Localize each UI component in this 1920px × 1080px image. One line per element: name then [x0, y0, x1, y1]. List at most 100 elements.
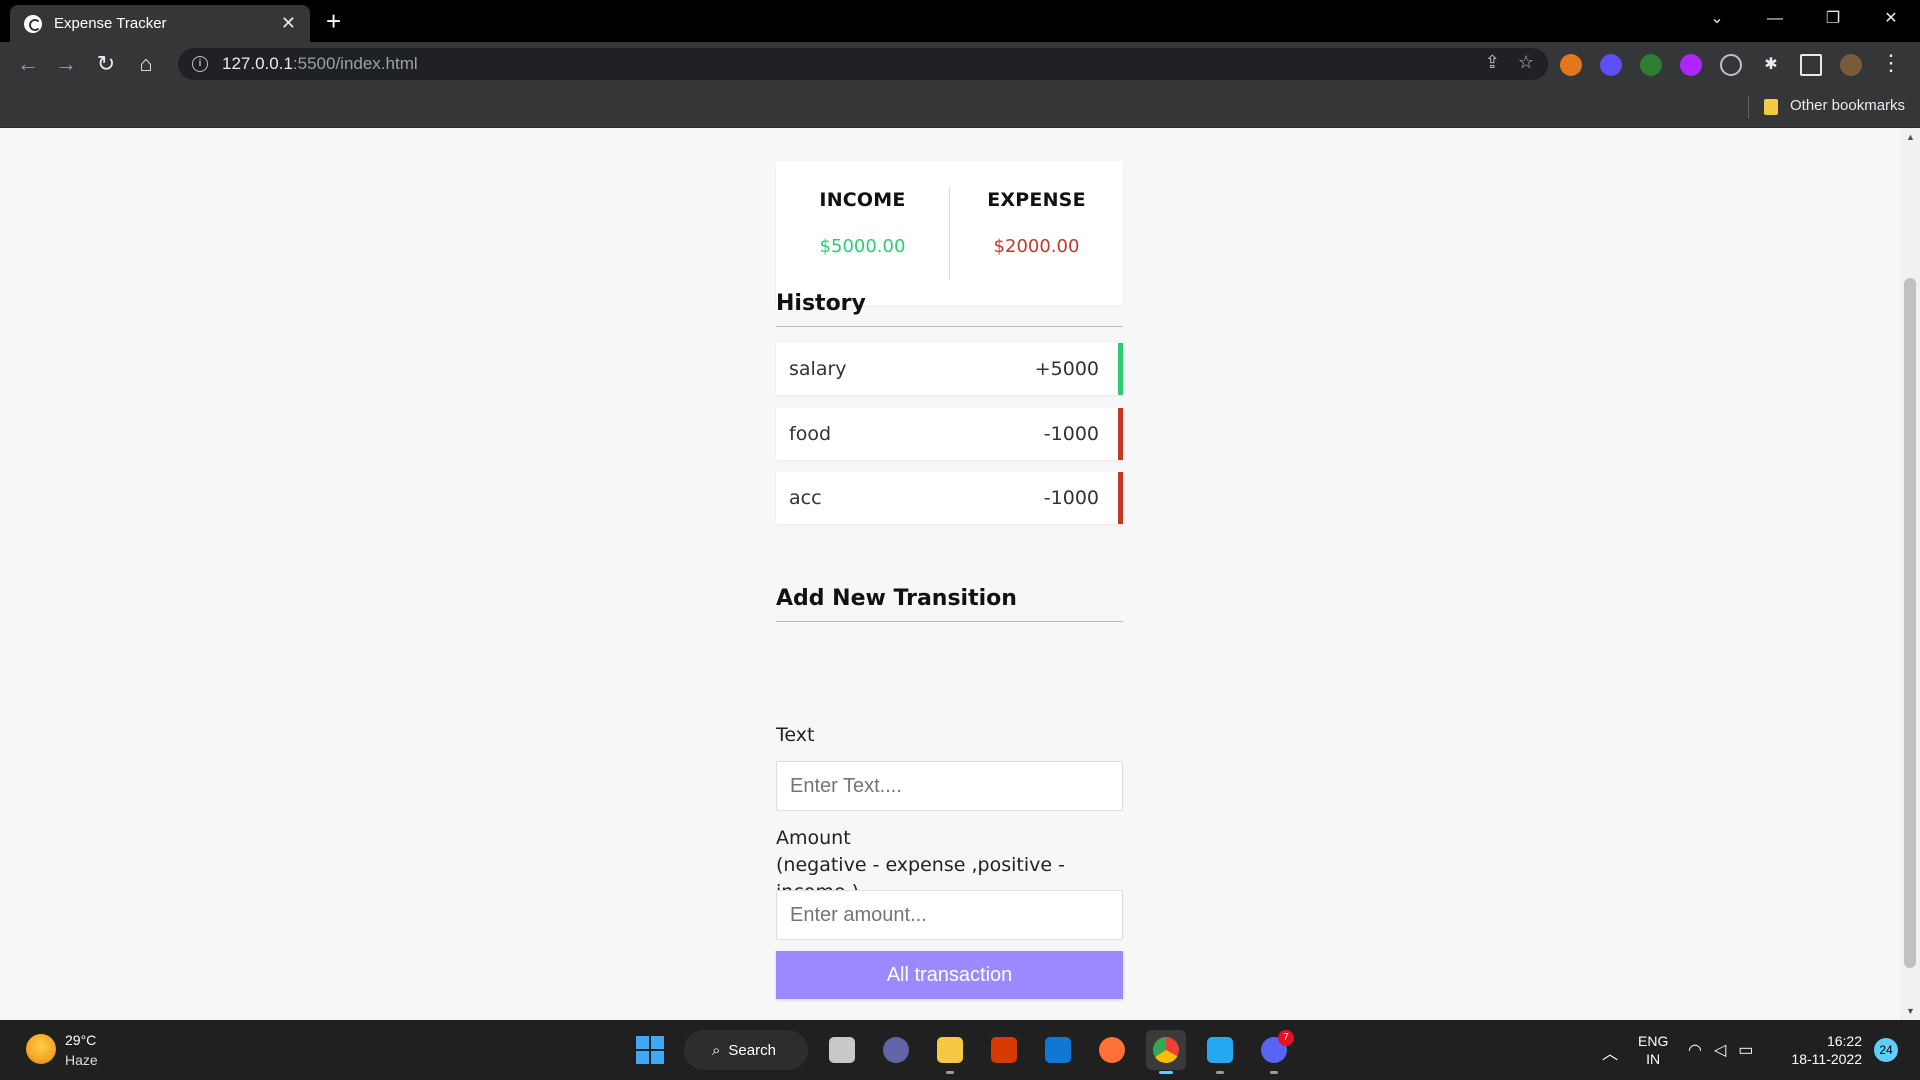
discord-button[interactable]: 7 [1254, 1030, 1294, 1074]
forward-arrow-icon[interactable]: → [52, 50, 80, 78]
transaction-text: salary [789, 358, 847, 380]
scroll-up-arrow-icon[interactable]: ▲ [1906, 132, 1915, 142]
search-label: Search [728, 1041, 776, 1059]
extensions-area: ✱ [1560, 54, 1862, 76]
search-icon: ⌕ [712, 1041, 721, 1059]
scrollbar-thumb[interactable] [1904, 278, 1916, 968]
chat-icon [883, 1037, 909, 1063]
metamask-extension-icon[interactable] [1560, 54, 1582, 76]
extension-icon[interactable] [1600, 54, 1622, 76]
taskbar-apps: ⌕ Search 7 [630, 1030, 1294, 1074]
new-tab-button[interactable]: + [326, 6, 341, 36]
system-tray-icons[interactable]: ◠ ◁ ▭ [1688, 1040, 1753, 1060]
page-scrollbar[interactable]: ▲ ▼ [1900, 128, 1920, 1020]
close-window-button[interactable]: ✕ [1862, 0, 1920, 38]
firefox-icon [1099, 1037, 1125, 1063]
weather-haze-icon[interactable] [26, 1034, 56, 1064]
reload-icon[interactable]: ↻ [92, 50, 120, 78]
weather-condition[interactable]: Haze [65, 1052, 98, 1068]
active-indicator [1159, 1071, 1173, 1074]
windows-logo-icon [636, 1036, 664, 1064]
region-code: IN [1646, 1051, 1661, 1067]
office-button[interactable] [984, 1030, 1024, 1070]
amount-label: Amount [776, 827, 851, 849]
firefox-button[interactable] [1092, 1030, 1132, 1070]
transaction-amount: -1000 [1043, 487, 1099, 509]
bookmarks-bar: Other bookmarks [0, 86, 1920, 128]
income-value: $5000.00 [819, 236, 906, 257]
history-heading: History [776, 291, 1123, 327]
window-controls: ⌄ — ❐ ✕ [1688, 0, 1920, 38]
show-hidden-icons-chevron-icon[interactable]: ︿ [1602, 1040, 1618, 1064]
add-transaction-heading: Add New Transition [776, 586, 1123, 622]
taskbar-search[interactable]: ⌕ Search [684, 1030, 808, 1070]
browser-menu-icon[interactable]: ⋮ [1880, 50, 1902, 76]
bookmark-star-icon[interactable]: ☆ [1518, 52, 1534, 73]
transaction-amount: -1000 [1043, 423, 1099, 445]
chrome-favicon-icon [24, 14, 42, 33]
chrome-button[interactable] [1146, 1030, 1186, 1074]
file-explorer-button[interactable] [930, 1030, 970, 1074]
battery-icon[interactable]: ▭ [1738, 1040, 1753, 1060]
tab-close-icon[interactable]: ✕ [281, 13, 296, 34]
running-indicator [1216, 1071, 1224, 1074]
transaction-text: food [789, 423, 831, 445]
notification-count-badge[interactable]: 24 [1874, 1038, 1898, 1062]
scroll-down-arrow-icon[interactable]: ▼ [1906, 1006, 1915, 1016]
extension-icon[interactable] [1680, 54, 1702, 76]
volume-icon[interactable]: ◁ [1714, 1040, 1726, 1060]
folder-icon [1764, 99, 1778, 115]
address-bar[interactable]: i 127.0.0.1:5500/index.html ⇪ ☆ [178, 48, 1548, 80]
clock-time: 16:22 [1826, 1033, 1862, 1049]
transaction-item[interactable]: salary +5000 [776, 343, 1123, 395]
tree-extension-icon[interactable] [1640, 54, 1662, 76]
folder-icon [937, 1037, 963, 1063]
input-language-indicator[interactable]: ENG IN [1638, 1032, 1668, 1068]
profile-avatar[interactable] [1840, 54, 1862, 76]
back-arrow-icon[interactable]: ← [14, 50, 42, 78]
vscode-button[interactable] [1200, 1030, 1240, 1074]
income-column: INCOME $5000.00 [776, 161, 949, 305]
expense-value: $2000.00 [993, 236, 1080, 257]
puzzle-extensions-icon[interactable]: ✱ [1760, 54, 1782, 76]
weather-temperature[interactable]: 29°C [65, 1032, 96, 1048]
language-code: ENG [1638, 1033, 1669, 1049]
url-path: :5500/index.html [292, 54, 418, 73]
tab-title: Expense Tracker [54, 15, 167, 32]
transaction-amount: +5000 [1034, 358, 1099, 380]
discord-notification-badge: 7 [1278, 1030, 1294, 1046]
mail-button[interactable] [1038, 1030, 1078, 1070]
running-indicator [1270, 1071, 1278, 1074]
site-info-icon[interactable]: i [192, 56, 208, 72]
home-icon[interactable]: ⌂ [132, 50, 160, 78]
start-button[interactable] [630, 1030, 670, 1070]
restore-button[interactable]: ❐ [1804, 0, 1862, 38]
text-input[interactable] [776, 761, 1123, 811]
expense-column: EXPENSE $2000.00 [949, 186, 1123, 280]
teams-chat-button[interactable] [876, 1030, 916, 1070]
other-bookmarks-link[interactable]: Other bookmarks [1790, 97, 1905, 114]
add-transaction-button[interactable]: All transaction [776, 951, 1123, 999]
share-icon[interactable]: ⇪ [1485, 52, 1500, 73]
income-label: INCOME [819, 189, 906, 211]
income-expense-card: INCOME $5000.00 EXPENSE $2000.00 [776, 161, 1123, 305]
clipped-content: ˙ [780, 128, 788, 139]
wifi-icon[interactable]: ◠ [1688, 1040, 1702, 1060]
system-clock[interactable]: 16:22 18-11-2022 [1788, 1032, 1862, 1068]
transaction-item[interactable]: food -1000 [776, 408, 1123, 460]
react-devtools-icon[interactable] [1720, 54, 1742, 76]
minimize-button[interactable]: — [1746, 0, 1804, 38]
browser-tab-strip: Expense Tracker ✕ + ⌄ — ❐ ✕ [0, 0, 1920, 42]
browser-tab[interactable]: Expense Tracker ✕ [10, 5, 310, 42]
page-viewport: ˙ INCOME $5000.00 EXPENSE $2000.00 Histo… [0, 128, 1900, 1020]
tab-search-icon[interactable]: ⌄ [1688, 0, 1746, 38]
task-view-icon [829, 1037, 855, 1063]
side-panel-icon[interactable] [1800, 54, 1822, 76]
amount-input[interactable] [776, 890, 1123, 940]
clock-date: 18-11-2022 [1791, 1051, 1862, 1067]
office-icon [991, 1037, 1017, 1063]
transaction-text: acc [789, 487, 822, 509]
running-indicator [946, 1071, 954, 1074]
transaction-item[interactable]: acc -1000 [776, 472, 1123, 524]
task-view-button[interactable] [822, 1030, 862, 1070]
